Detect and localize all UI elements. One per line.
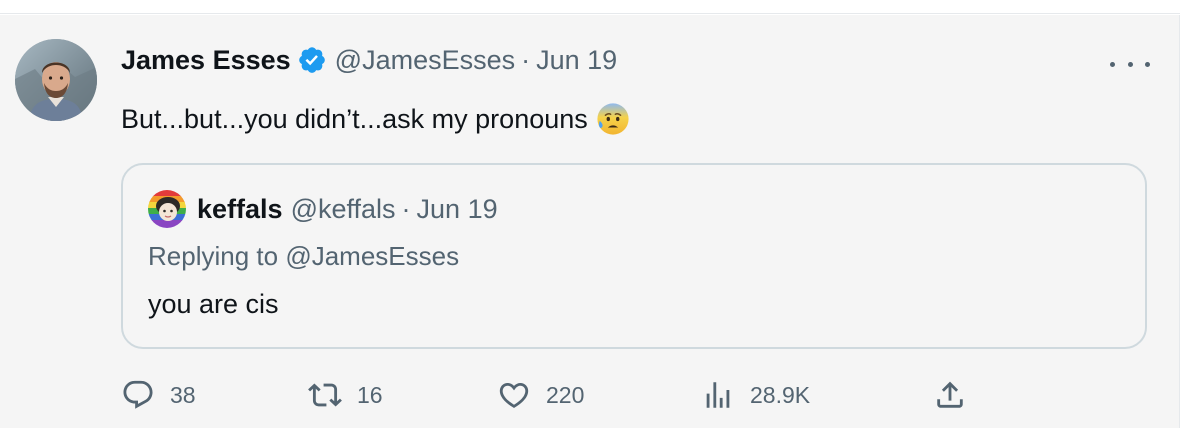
replying-to-line: Replying to @JamesEsses	[148, 241, 459, 272]
views-button[interactable]: 28.9K	[701, 375, 810, 415]
anxious-face-with-sweat-icon	[596, 102, 630, 136]
right-margin	[1180, 0, 1188, 428]
tweet-card[interactable]: James Esses @JamesEsses · Jun 19 But...b…	[0, 15, 1180, 428]
verified-badge-icon[interactable]	[297, 45, 327, 75]
quoted-tweet-text: you are cis	[148, 289, 279, 319]
quoted-header-separator: ·	[401, 193, 411, 224]
tweet-action-bar: 38 16 220 28.9K	[0, 375, 1180, 415]
header-separator: ·	[521, 44, 531, 75]
heart-icon	[499, 382, 529, 408]
tweet-header: James Esses @JamesEsses · Jun 19	[121, 43, 617, 77]
previous-item-divider	[0, 0, 1188, 14]
quoted-tweet-header: keffals @keffals · Jun 19	[148, 190, 498, 228]
reply-icon	[123, 380, 153, 409]
quoted-author-avatar[interactable]	[148, 190, 186, 228]
like-count: 220	[546, 381, 585, 408]
tweet-date[interactable]: Jun 19	[536, 45, 617, 76]
tweet-body: But...but...you didn’t...ask my pronouns	[121, 101, 630, 137]
quoted-author-name[interactable]: keffals	[197, 194, 283, 225]
author-avatar[interactable]	[15, 39, 97, 121]
retweet-button[interactable]: 16	[308, 375, 383, 415]
reply-button[interactable]: 38	[121, 375, 196, 415]
author-avatar-image	[15, 39, 97, 121]
reply-count: 38	[170, 381, 196, 408]
tweet-text: But...but...you didn’t...ask my pronouns	[121, 103, 588, 134]
like-button[interactable]: 220	[497, 375, 584, 415]
quoted-author-handle[interactable]: @keffals	[291, 194, 396, 225]
analytics-icon	[706, 382, 730, 408]
replying-to-label: Replying to	[148, 241, 286, 271]
tweet-frame: James Esses @JamesEsses · Jun 19 But...b…	[0, 0, 1188, 428]
share-button[interactable]	[933, 375, 967, 415]
retweet-icon	[308, 383, 342, 407]
author-name[interactable]: James Esses	[121, 45, 291, 76]
view-count: 28.9K	[750, 381, 811, 408]
author-handle[interactable]: @JamesEsses	[335, 45, 515, 76]
quoted-tweet[interactable]: keffals @keffals · Jun 19 Replying to @J…	[121, 163, 1147, 349]
share-icon	[937, 381, 963, 408]
quoted-tweet-date[interactable]: Jun 19	[417, 194, 498, 225]
retweet-count: 16	[357, 381, 383, 408]
replying-to-mention[interactable]: @JamesEsses	[285, 241, 459, 271]
more-options-icon[interactable]	[1110, 59, 1150, 69]
